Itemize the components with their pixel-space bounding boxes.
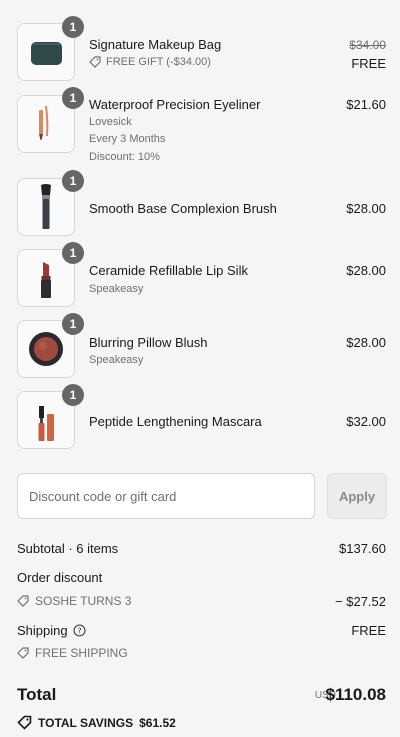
total-value: $110.08 [325, 685, 386, 704]
item-price: $28.00 [346, 201, 386, 216]
total-label: Total [17, 685, 57, 704]
savings-tag-icon [17, 715, 32, 730]
svg-text:?: ? [77, 627, 81, 636]
shipping-label: Shipping [17, 623, 68, 638]
subscription-frequency: Every 3 Months [89, 133, 166, 145]
product-name: Signature Makeup Bag [89, 37, 222, 52]
shipping-value: FREE [351, 623, 386, 638]
item-price: $28.00 [346, 335, 386, 350]
order-discount-value: − $27.52 [335, 594, 386, 609]
subtotal-label: Subtotal · 6 items [17, 541, 119, 556]
product-name: Waterproof Precision Eyeliner [89, 97, 261, 112]
help-icon[interactable]: ? [73, 624, 86, 637]
item-price: $21.60 [346, 97, 386, 112]
gift-tag-label: FREE GIFT (-$34.00) [106, 56, 211, 68]
subtotal-value: $137.60 [339, 541, 386, 556]
order-discount-code: SOSHE TURNS 3 [17, 594, 131, 608]
product-name: Smooth Base Complexion Brush [89, 201, 277, 216]
product-variant: Lovesick [89, 116, 132, 128]
item-price: $32.00 [346, 414, 386, 429]
order-discount-code-label: SOSHE TURNS 3 [35, 594, 132, 608]
savings-value: $61.52 [139, 715, 176, 730]
shipping-code-label: FREE SHIPPING [35, 646, 128, 660]
item-discount: Discount: 10% [89, 151, 160, 163]
shipping-code: FREE SHIPPING [17, 646, 128, 660]
product-name: Blurring Pillow Blush [89, 335, 208, 350]
quantity-badge: 1 [62, 87, 84, 109]
product-name: Ceramide Refillable Lip Silk [89, 263, 248, 278]
product-name: Peptide Lengthening Mascara [89, 414, 262, 429]
total-savings: TOTAL SAVINGS $61.52 [17, 715, 176, 730]
quantity-badge: 1 [62, 170, 84, 192]
order-discount-label: Order discount [17, 570, 103, 585]
gift-tag: FREE GIFT (-$34.00) [89, 56, 211, 68]
product-variant: Speakeasy [89, 283, 144, 295]
quantity-badge: 1 [62, 16, 84, 38]
original-price: $34.00 [349, 38, 386, 52]
tag-icon [89, 56, 101, 68]
tag-icon [17, 595, 29, 607]
tag-icon [17, 647, 29, 659]
discount-code-input[interactable] [17, 473, 315, 519]
savings-label: TOTAL SAVINGS [38, 715, 134, 730]
product-variant: Speakeasy [89, 354, 144, 366]
item-price: FREE [351, 56, 386, 71]
quantity-badge: 1 [62, 242, 84, 264]
quantity-badge: 1 [62, 384, 84, 406]
quantity-badge: 1 [62, 313, 84, 335]
apply-discount-button[interactable]: Apply [327, 473, 387, 519]
item-price: $28.00 [346, 263, 386, 278]
